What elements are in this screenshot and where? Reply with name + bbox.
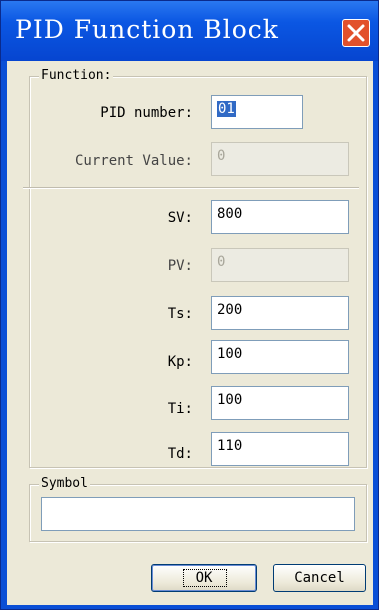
pid-number-label: PID number:: [100, 105, 193, 121]
current-value-field: 0: [211, 142, 349, 176]
ti-label: Ti:: [167, 401, 193, 417]
title-bar[interactable]: PID Function Block: [1, 1, 378, 61]
close-icon: [347, 24, 365, 42]
pv-label: PV:: [167, 258, 193, 274]
symbol-field[interactable]: [41, 497, 355, 531]
ts-field[interactable]: 200: [211, 296, 349, 330]
pid-dialog-window: PID Function Block Function: PID number:…: [0, 0, 379, 610]
td-field[interactable]: 110: [211, 432, 349, 466]
function-separator: [23, 187, 359, 189]
current-value-label: Current Value:: [74, 153, 193, 169]
window-title: PID Function Block: [15, 15, 279, 44]
td-label: Td:: [167, 446, 193, 462]
symbol-group-legend: Symbol: [39, 476, 90, 491]
cancel-button[interactable]: Cancel: [273, 564, 366, 592]
pv-field: 0: [211, 248, 349, 282]
close-button[interactable]: [342, 19, 370, 47]
pid-number-value: 01: [217, 101, 236, 117]
pid-number-field[interactable]: 01: [211, 95, 303, 129]
ok-focus-rect: [183, 569, 227, 587]
function-group-legend: Function:: [39, 68, 114, 83]
kp-label: Kp:: [167, 354, 193, 370]
ts-label: Ts:: [167, 306, 193, 322]
sv-label: SV:: [167, 210, 193, 226]
ti-field[interactable]: 100: [211, 386, 349, 420]
kp-field[interactable]: 100: [211, 340, 349, 374]
sv-field[interactable]: 800: [211, 200, 349, 234]
